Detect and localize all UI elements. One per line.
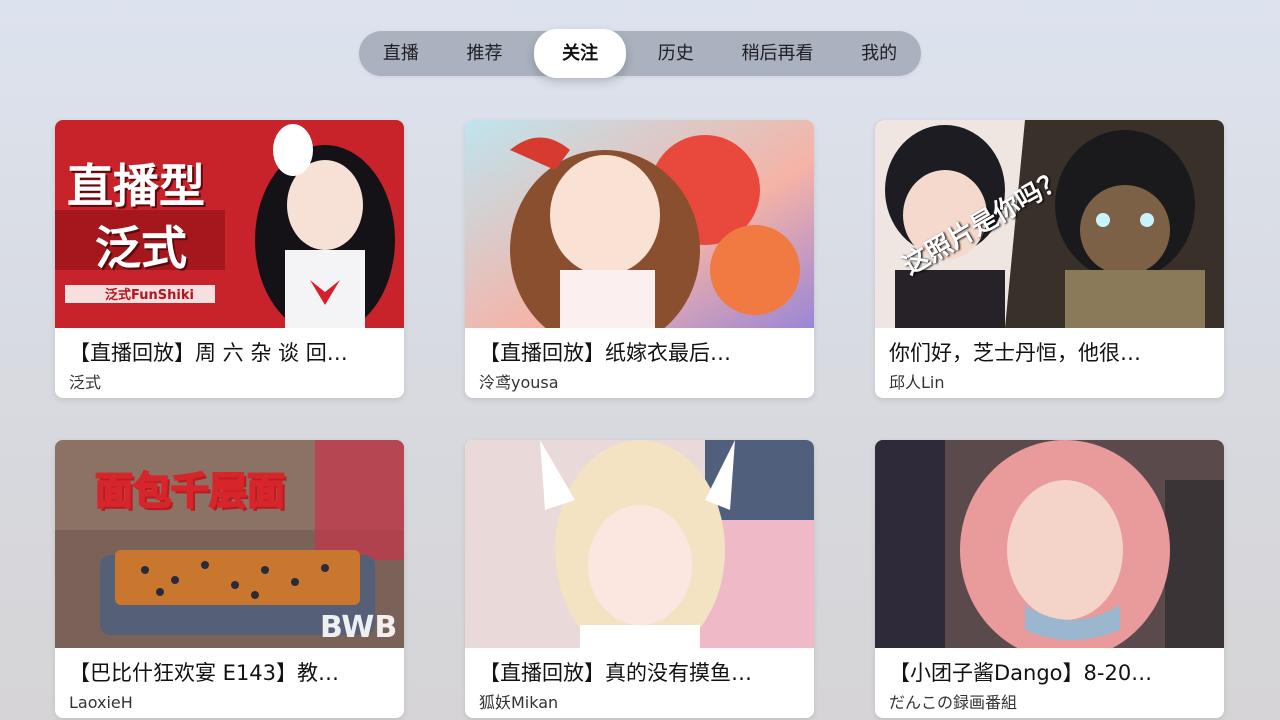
thumbnail-art bbox=[875, 120, 1224, 328]
tab-watch-later[interactable]: 稍后再看 bbox=[725, 31, 829, 76]
thumbnail-headline: 直播型 bbox=[67, 159, 205, 213]
thumbnail-art bbox=[465, 440, 814, 648]
thumbnail-art bbox=[875, 440, 1224, 648]
top-tab-bar: 直播 推荐 关注 历史 稍后再看 我的 bbox=[359, 29, 921, 78]
video-author: 狐妖Mikan bbox=[479, 693, 559, 712]
video-thumbnail: 面包千层面 BWB bbox=[55, 440, 404, 648]
video-author: LaoxieH bbox=[69, 693, 133, 712]
video-thumbnail bbox=[875, 440, 1224, 648]
video-author: 泠鸢yousa bbox=[479, 373, 559, 392]
thumbnail-headline: 面包千层面 bbox=[94, 468, 286, 514]
video-title: 【巴比什狂欢宴 E143】教… bbox=[69, 661, 340, 685]
thumbnail-headline-2: 泛式 bbox=[95, 221, 187, 275]
video-title: 【小团子酱Dango】8-20… bbox=[889, 661, 1153, 685]
thumbnail-watermark: BWB bbox=[320, 610, 398, 645]
tab-live[interactable]: 直播 bbox=[367, 31, 435, 76]
video-thumbnail: 这照片是你吗？ bbox=[875, 120, 1224, 328]
video-author: 邱人Lin bbox=[889, 373, 945, 392]
video-author: 泛式 bbox=[69, 373, 102, 392]
video-card[interactable]: 这照片是你吗？ 你们好，芝士丹恒，他很… 邱人Lin bbox=[875, 120, 1224, 398]
thumbnail-art bbox=[465, 120, 814, 328]
video-title: 【直播回放】真的没有摸鱼… bbox=[479, 661, 752, 685]
video-title: 你们好，芝士丹恒，他很… bbox=[889, 341, 1141, 365]
video-card[interactable]: 【小团子酱Dango】8-20… だんこの録画番組 bbox=[875, 440, 1224, 718]
video-thumbnail: 直播型 泛式 泛式FunShiki bbox=[55, 120, 404, 328]
video-title: 【直播回放】纸嫁衣最后… bbox=[479, 341, 731, 365]
tab-following[interactable]: 关注 bbox=[534, 29, 627, 78]
video-title: 【直播回放】周 六 杂 谈 回… bbox=[69, 341, 348, 365]
video-card[interactable]: 【直播回放】纸嫁衣最后… 泠鸢yousa bbox=[465, 120, 814, 398]
video-author: だんこの録画番組 bbox=[889, 693, 1018, 712]
video-card[interactable]: 【直播回放】真的没有摸鱼… 狐妖Mikan bbox=[465, 440, 814, 718]
thumbnail-tag: 泛式FunShiki bbox=[105, 288, 194, 303]
tab-mine[interactable]: 我的 bbox=[845, 31, 913, 76]
tab-history[interactable]: 历史 bbox=[642, 31, 710, 76]
video-card[interactable]: 面包千层面 BWB 【巴比什狂欢宴 E143】教… LaoxieH bbox=[55, 440, 404, 718]
video-thumbnail bbox=[465, 440, 814, 648]
video-thumbnail bbox=[465, 120, 814, 328]
video-card[interactable]: 直播型 泛式 泛式FunShiki 【直播回放】周 六 杂 谈 回… 泛式 bbox=[55, 120, 404, 398]
tab-recommend[interactable]: 推荐 bbox=[450, 31, 518, 76]
